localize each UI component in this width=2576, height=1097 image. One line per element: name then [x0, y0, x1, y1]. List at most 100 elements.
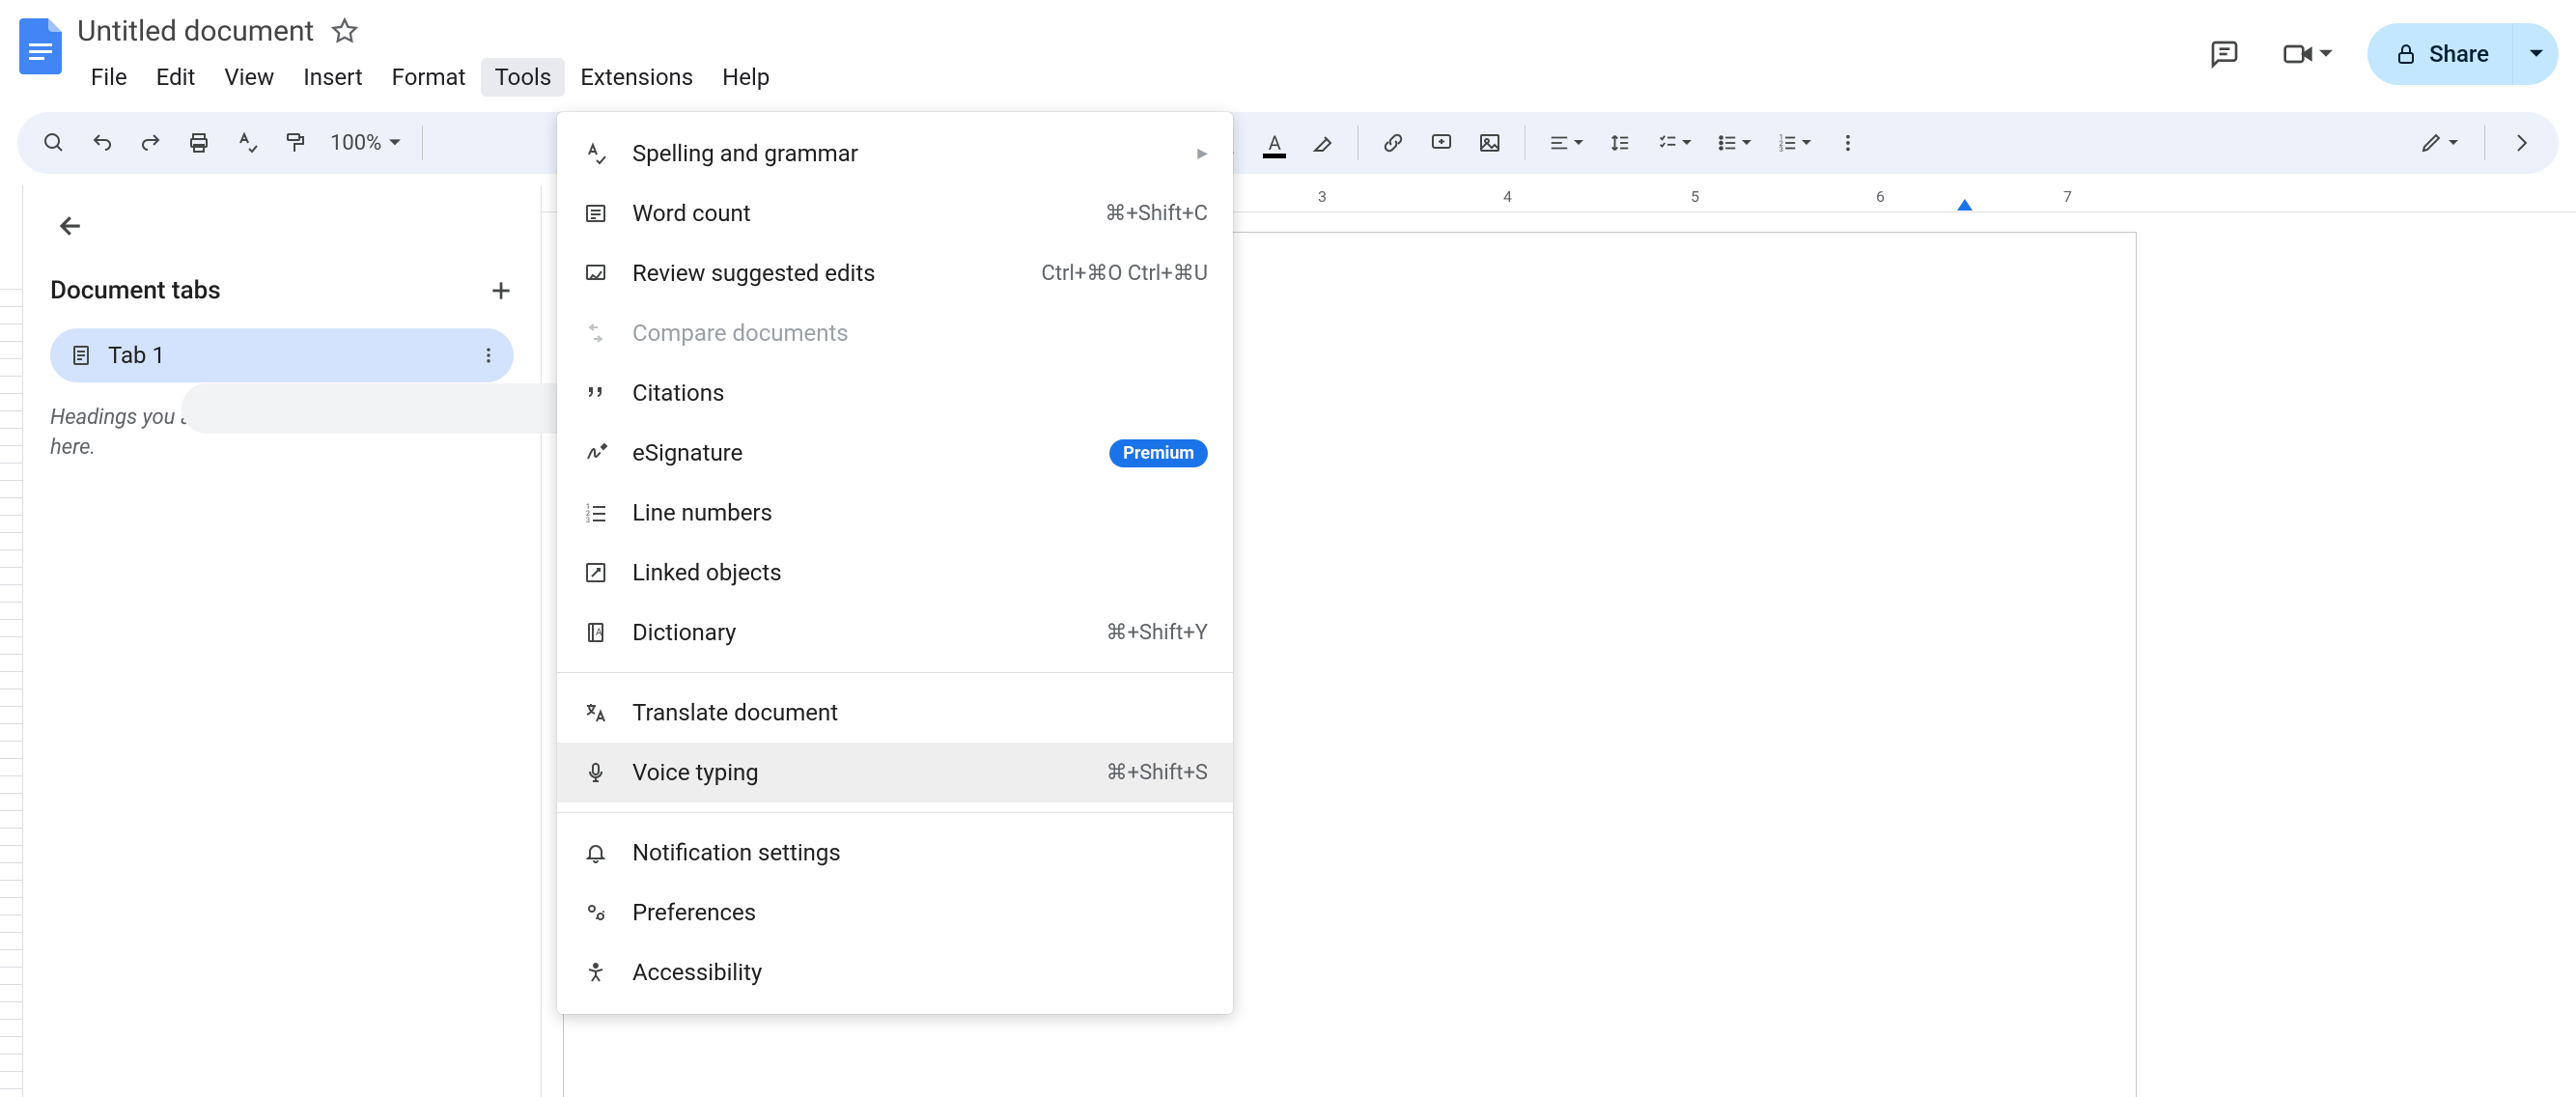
menu-file[interactable]: File — [77, 58, 141, 97]
premium-badge: Premium — [1109, 439, 1208, 467]
menu-divider — [557, 812, 1233, 813]
menu-shortcut: Ctrl+⌘O Ctrl+⌘U — [1042, 262, 1208, 286]
menu-review-edits[interactable]: Review suggested edits Ctrl+⌘O Ctrl+⌘U — [557, 243, 1233, 303]
separator — [422, 126, 423, 160]
review-icon — [582, 260, 609, 287]
sidebar-title: Document tabs — [50, 276, 221, 305]
menu-format[interactable]: Format — [378, 58, 480, 97]
menu-view[interactable]: View — [210, 58, 288, 97]
menu-esignature[interactable]: eSignature Premium — [557, 423, 1233, 483]
menu-notifications[interactable]: Notification settings — [557, 823, 1233, 883]
menu-tools[interactable]: Tools — [481, 58, 565, 97]
menu-voice-typing[interactable]: Voice typing ⌘+Shift+S — [557, 743, 1233, 802]
menu-item-label: Spelling and grammar — [632, 140, 1174, 167]
document-tabs-sidebar: Document tabs Tab 1 Headings you add to … — [23, 185, 541, 1097]
menu-item-label: Translate document — [632, 699, 1208, 726]
redo-button[interactable] — [129, 122, 172, 164]
menu-help[interactable]: Help — [709, 58, 783, 97]
lock-icon — [2394, 42, 2418, 66]
menu-shortcut: ⌘+Shift+S — [1106, 761, 1208, 785]
menu-item-label: Review suggested edits — [632, 260, 1019, 287]
menu-accessibility[interactable]: Accessibility — [557, 942, 1233, 1002]
wordcount-icon — [582, 200, 609, 227]
separator — [1525, 126, 1526, 160]
chevron-down-icon — [1802, 138, 1811, 148]
document-title[interactable]: Untitled document — [77, 14, 314, 48]
microphone-icon — [582, 759, 609, 786]
submenu-arrow-icon: ▶ — [1197, 146, 1208, 161]
chevron-down-icon — [1742, 138, 1751, 148]
search-icon[interactable] — [33, 122, 75, 164]
star-icon[interactable] — [331, 17, 358, 44]
text-color-button[interactable]: A — [1253, 122, 1296, 164]
preferences-icon — [582, 899, 609, 926]
title-area: Untitled document File Edit View Insert … — [77, 10, 783, 97]
menu-dictionary[interactable]: A Dictionary ⌘+Shift+Y — [557, 603, 1233, 662]
menu-item-label: Preferences — [632, 899, 1208, 926]
spellcheck-button[interactable] — [226, 122, 268, 164]
bell-icon — [582, 839, 609, 866]
menu-word-count[interactable]: Word count ⌘+Shift+C — [557, 183, 1233, 243]
menu-line-numbers[interactable]: 123 Line numbers — [557, 483, 1233, 543]
share-label: Share — [2429, 41, 2489, 68]
document-icon — [70, 344, 93, 367]
chevron-down-icon — [389, 137, 401, 149]
menu-shortcut: ⌘+Shift+C — [1105, 202, 1208, 226]
ruler-tick: 5 — [1691, 187, 1699, 206]
zoom-select[interactable]: 100% — [322, 131, 408, 155]
ruler-tick: 4 — [1503, 187, 1512, 206]
tab-item[interactable]: Tab 1 — [50, 328, 514, 382]
svg-text:3: 3 — [1779, 145, 1783, 154]
menu-divider — [557, 672, 1233, 673]
ruler-tick: 7 — [2063, 187, 2072, 206]
menu-spelling-grammar[interactable]: Spelling and grammar ▶ — [557, 124, 1233, 183]
menu-linked-objects[interactable]: Linked objects — [557, 543, 1233, 603]
line-spacing-button[interactable] — [1599, 122, 1641, 164]
comments-icon[interactable] — [2201, 31, 2248, 77]
menu-insert[interactable]: Insert — [290, 58, 376, 97]
compare-icon — [582, 320, 609, 347]
link-button[interactable] — [1372, 122, 1414, 164]
docs-logo[interactable] — [17, 15, 64, 77]
menu-item-label: Line numbers — [632, 499, 1208, 526]
menu-extensions[interactable]: Extensions — [567, 58, 707, 97]
ruler-tick: 3 — [1318, 187, 1327, 206]
citations-icon — [582, 380, 609, 407]
tab-menu-button[interactable] — [479, 346, 498, 365]
print-button[interactable] — [178, 122, 220, 164]
chevron-down-icon — [2319, 47, 2333, 61]
paint-format-button[interactable] — [274, 122, 317, 164]
add-tab-button[interactable] — [489, 278, 514, 303]
highlight-button[interactable] — [1302, 122, 1344, 164]
share-button[interactable]: Share — [2367, 23, 2559, 85]
spellcheck-icon — [582, 140, 609, 167]
header: Untitled document File Edit View Insert … — [0, 0, 2576, 112]
vertical-ruler[interactable] — [0, 185, 23, 1097]
checklist-button[interactable] — [1647, 122, 1701, 164]
chevron-down-icon — [1574, 138, 1583, 148]
margin-marker[interactable] — [1957, 199, 1973, 211]
comment-button[interactable] — [1420, 122, 1463, 164]
menu-edit[interactable]: Edit — [143, 58, 210, 97]
menu-preferences[interactable]: Preferences — [557, 883, 1233, 942]
menu-item-label: Compare documents — [632, 320, 1208, 347]
menu-item-label: Notification settings — [632, 839, 1208, 866]
toolbar: 100% B I U A — [17, 112, 2559, 174]
undo-button[interactable] — [81, 122, 124, 164]
image-button[interactable] — [1469, 122, 1511, 164]
bullet-list-button[interactable] — [1707, 122, 1761, 164]
collapse-toolbar-button[interactable] — [2501, 122, 2543, 164]
svg-text:3: 3 — [586, 517, 590, 524]
menu-citations[interactable]: Citations — [557, 363, 1233, 423]
menu-item-label: eSignature — [632, 439, 1086, 466]
back-button[interactable] — [50, 205, 93, 247]
editing-mode-button[interactable] — [2409, 122, 2469, 164]
menu-item-label: Voice typing — [632, 759, 1083, 786]
meet-button[interactable] — [2271, 31, 2344, 77]
align-button[interactable] — [1539, 122, 1593, 164]
more-toolbar-button[interactable] — [1827, 122, 1869, 164]
share-dropdown[interactable] — [2512, 23, 2559, 85]
menu-translate[interactable]: Translate document — [557, 683, 1233, 743]
numbered-list-button[interactable]: 123 — [1767, 122, 1821, 164]
linenumbers-icon: 123 — [582, 499, 609, 526]
